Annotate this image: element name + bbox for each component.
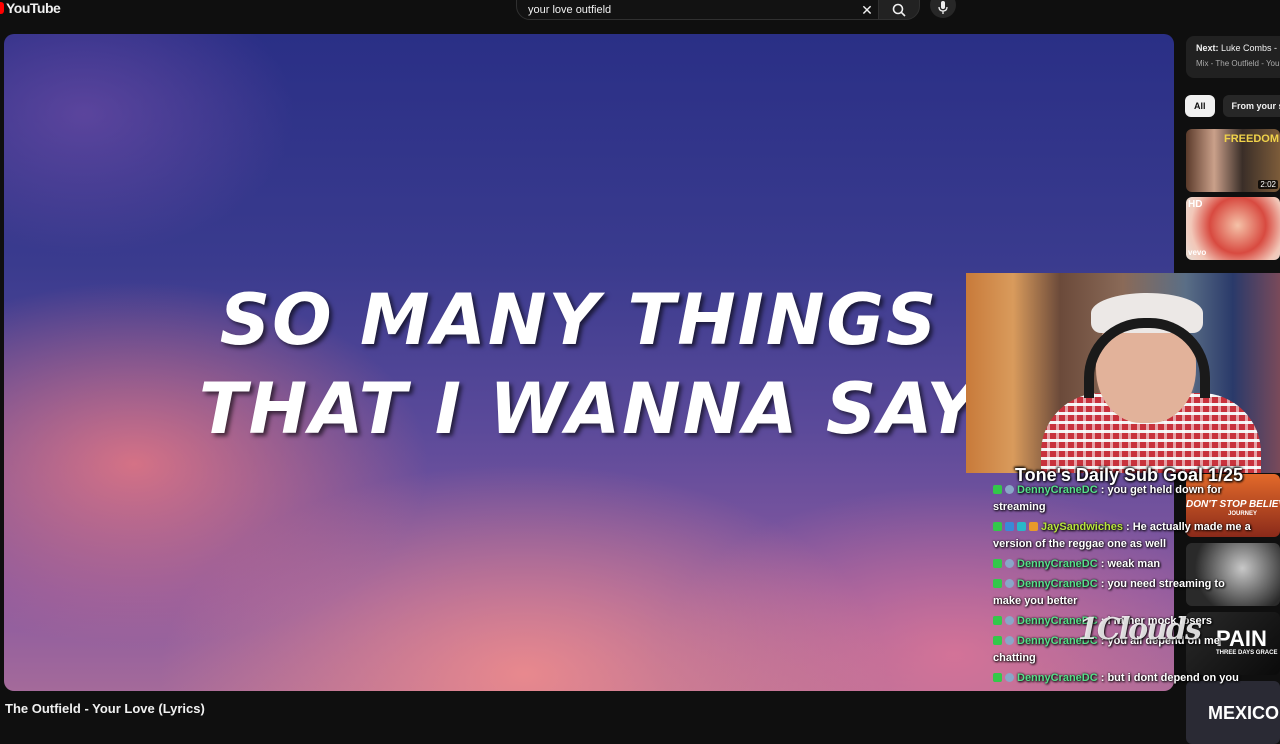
- chat-username: DennyCraneDC: [1017, 578, 1098, 590]
- moderator-badge-icon: [993, 522, 1002, 531]
- sub-badge-icon: [1005, 485, 1014, 494]
- video-title: The Outfield - Your Love (Lyrics): [5, 701, 205, 716]
- badge-icon: [1005, 522, 1014, 531]
- chat-text: : but i dont depend on you: [1097, 672, 1239, 684]
- up-next-label: Next:: [1196, 43, 1219, 53]
- microphone-icon: [938, 1, 948, 14]
- chat-text: : weak man: [1097, 558, 1161, 570]
- sub-badge-icon: [1005, 673, 1014, 682]
- sub-badge-icon: [1005, 616, 1014, 625]
- badge-icon: [1017, 522, 1026, 531]
- recommended-video-thumbnail[interactable]: FREEDOM WRI 2:02: [1186, 129, 1280, 192]
- chat-message: DennyCraneDC : you need streaming to mak…: [993, 576, 1255, 610]
- chat-message: DennyCraneDC : but i dont depend on you: [993, 670, 1255, 687]
- up-next-title: Luke Combs -: [1221, 43, 1278, 53]
- up-next-subtitle: Mix - The Outfield - Your: [1196, 59, 1280, 68]
- clear-search-icon[interactable]: ✕: [855, 2, 879, 19]
- search-icon: [892, 3, 906, 17]
- search-box[interactable]: your love outfield ✕: [516, 0, 880, 20]
- chat-message: DennyCraneDC : you get held down for str…: [993, 482, 1255, 516]
- chip-from-your-search[interactable]: From your se: [1222, 95, 1280, 117]
- chip-all[interactable]: All: [1185, 95, 1215, 117]
- recommended-video-thumbnail[interactable]: MEXICO: [1186, 681, 1280, 744]
- moderator-badge-icon: [993, 485, 1002, 494]
- chat-username: DennyCraneDC: [1017, 672, 1098, 684]
- up-next-card[interactable]: Next: Luke Combs - Mix - The Outfield - …: [1186, 36, 1280, 78]
- sub-badge-icon: [1005, 559, 1014, 568]
- search-input[interactable]: your love outfield: [528, 4, 855, 16]
- moderator-badge-icon: [993, 636, 1002, 645]
- chat-username: DennyCraneDC: [1017, 484, 1098, 496]
- moderator-badge-icon: [993, 673, 1002, 682]
- filter-chips: All From your se: [1185, 95, 1280, 117]
- sub-badge-icon: [1005, 579, 1014, 588]
- recommended-video-thumbnail[interactable]: HD vevo: [1186, 197, 1280, 260]
- sub-badge-icon: [1005, 636, 1014, 645]
- stream-watermark-logo: 1Clouds: [1078, 612, 1202, 647]
- chat-username: DennyCraneDC: [1017, 558, 1098, 570]
- duration-badge: 2:02: [1258, 180, 1278, 189]
- chat-username: JaySandwiches: [1041, 521, 1123, 533]
- chat-message: DennyCraneDC : weak man: [993, 556, 1255, 573]
- streamer-webcam: [966, 273, 1280, 473]
- moderator-badge-icon: [993, 559, 1002, 568]
- badge-icon: [1029, 522, 1038, 531]
- chat-message: JaySandwiches : He actually made me a ve…: [993, 519, 1255, 553]
- youtube-play-icon: [0, 2, 4, 14]
- moderator-badge-icon: [993, 579, 1002, 588]
- chat-overlay: DennyCraneDC : you get held down for str…: [993, 482, 1255, 690]
- search-button[interactable]: [878, 0, 920, 20]
- youtube-logo[interactable]: YouTube: [0, 0, 61, 16]
- moderator-badge-icon: [993, 616, 1002, 625]
